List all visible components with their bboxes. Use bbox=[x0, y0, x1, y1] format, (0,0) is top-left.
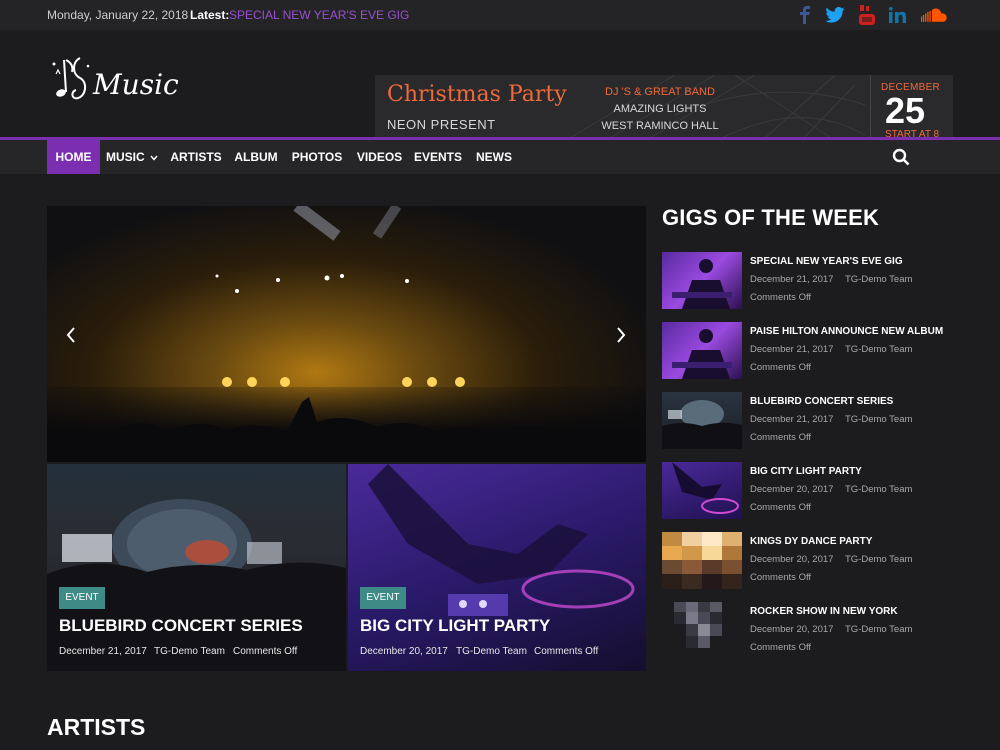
gig-list-item[interactable]: BLUEBIRD CONCERT SERIES December 21, 201… bbox=[662, 392, 962, 452]
gig-author[interactable]: TG-Demo Team bbox=[845, 344, 912, 355]
search-icon[interactable] bbox=[892, 148, 912, 168]
soundcloud-icon[interactable] bbox=[920, 5, 948, 25]
featured-comments: Comments Off bbox=[233, 646, 298, 657]
music-note-logo-icon bbox=[52, 57, 90, 100]
main-navigation: HOME MUSIC ARTISTS ALBUM PHOTOS VIDEOS E… bbox=[0, 137, 1000, 174]
gig-list-item[interactable]: BIG CITY LIGHT PARTY December 20, 2017 T… bbox=[662, 462, 962, 522]
gig-title[interactable]: PAISE HILTON ANNOUNCE NEW ALBUM bbox=[750, 326, 943, 337]
gig-comments: Comments Off bbox=[750, 362, 812, 373]
latest-news-link[interactable]: SPECIAL NEW YEAR'S EVE GIG bbox=[229, 8, 409, 22]
gig-list-item[interactable]: SPECIAL NEW YEAR'S EVE GIG December 21, … bbox=[662, 252, 962, 312]
gig-author[interactable]: TG-Demo Team bbox=[845, 414, 912, 425]
featured-date[interactable]: December 21, 2017 bbox=[59, 646, 147, 657]
top-bar: Monday, January 22, 2018 Latest: SPECIAL… bbox=[0, 0, 1000, 30]
concert-dome-image bbox=[47, 499, 346, 671]
gig-comments: Comments Off bbox=[750, 572, 812, 583]
nav-videos[interactable]: VIDEOS bbox=[352, 140, 407, 174]
gig-title[interactable]: SPECIAL NEW YEAR'S EVE GIG bbox=[750, 256, 903, 267]
gig-date[interactable]: December 21, 2017 bbox=[750, 414, 833, 425]
sidebar-title: GIGS OF THE WEEK bbox=[662, 205, 880, 230]
nav-photos[interactable]: PHOTOS bbox=[288, 140, 346, 174]
gig-list-item[interactable]: ROCKER SHOW IN NEW YORK December 20, 201… bbox=[662, 602, 962, 662]
nav-music[interactable]: MUSIC bbox=[106, 140, 158, 174]
nav-music-label: MUSIC bbox=[106, 150, 145, 164]
banner-day: 25 bbox=[885, 90, 926, 131]
gig-title[interactable]: ROCKER SHOW IN NEW YORK bbox=[750, 606, 898, 617]
gig-comments: Comments Off bbox=[750, 502, 812, 513]
gig-thumbnail[interactable] bbox=[662, 602, 742, 659]
twitter-icon[interactable] bbox=[824, 5, 846, 25]
featured-author[interactable]: TG-Demo Team bbox=[456, 646, 527, 657]
gig-title[interactable]: BIG CITY LIGHT PARTY bbox=[750, 466, 862, 477]
featured-card[interactable]: EVENT BLUEBIRD CONCERT SERIES December 2… bbox=[47, 464, 346, 671]
banner-line-1: DJ 'S & GREAT BAND bbox=[605, 86, 715, 98]
slider-prev-button[interactable] bbox=[61, 324, 81, 346]
featured-card[interactable]: EVENT BIG CITY LIGHT PARTY December 20, … bbox=[348, 464, 646, 671]
gig-comments: Comments Off bbox=[750, 292, 812, 303]
logo-text[interactable]: Music bbox=[93, 68, 179, 101]
gig-thumbnail[interactable] bbox=[662, 252, 742, 309]
gig-date[interactable]: December 21, 2017 bbox=[750, 274, 833, 285]
chevron-down-icon bbox=[150, 155, 158, 161]
featured-title[interactable]: BIG CITY LIGHT PARTY bbox=[360, 616, 550, 636]
banner-line-2: AMAZING LIGHTS bbox=[613, 103, 707, 115]
latest-label: Latest: bbox=[190, 8, 230, 22]
site-header: Music Christmas Party NEON PRESENT DJ 'S… bbox=[0, 30, 1000, 147]
gig-date[interactable]: December 20, 2017 bbox=[750, 624, 833, 635]
gig-title[interactable]: BLUEBIRD CONCERT SERIES bbox=[750, 396, 893, 407]
gig-title[interactable]: KINGS DY DANCE PARTY bbox=[750, 536, 872, 547]
chevron-right-icon bbox=[617, 327, 626, 343]
nav-news[interactable]: NEWS bbox=[472, 140, 516, 174]
nav-artists[interactable]: ARTISTS bbox=[168, 140, 224, 174]
category-badge[interactable]: EVENT bbox=[360, 587, 406, 609]
featured-comments: Comments Off bbox=[534, 646, 599, 657]
gig-list-item[interactable]: KINGS DY DANCE PARTY December 20, 2017 T… bbox=[662, 532, 962, 592]
artists-section-title: ARTISTS bbox=[47, 714, 146, 740]
category-badge[interactable]: EVENT bbox=[59, 587, 105, 609]
gig-date[interactable]: December 20, 2017 bbox=[750, 484, 833, 495]
slider-next-button[interactable] bbox=[611, 324, 631, 346]
dj-hands-image bbox=[368, 464, 635, 616]
featured-author[interactable]: TG-Demo Team bbox=[154, 646, 225, 657]
gig-comments: Comments Off bbox=[750, 642, 812, 653]
gig-author[interactable]: TG-Demo Team bbox=[845, 554, 912, 565]
banner-line-3: WEST RAMINCO HALL bbox=[601, 120, 719, 132]
gig-list-item[interactable]: PAISE HILTON ANNOUNCE NEW ALBUM December… bbox=[662, 322, 962, 382]
crowd-hands bbox=[47, 397, 646, 462]
gig-date[interactable]: December 21, 2017 bbox=[750, 344, 833, 355]
banner-subtitle: NEON PRESENT bbox=[387, 117, 496, 132]
chevron-left-icon bbox=[66, 327, 75, 343]
linkedin-icon[interactable] bbox=[887, 5, 909, 25]
gig-thumbnail[interactable] bbox=[662, 322, 742, 379]
nav-home[interactable]: HOME bbox=[47, 140, 100, 174]
gig-thumbnail[interactable] bbox=[662, 462, 742, 519]
gig-date[interactable]: December 20, 2017 bbox=[750, 554, 833, 565]
youtube-icon[interactable] bbox=[857, 5, 877, 25]
gig-author[interactable]: TG-Demo Team bbox=[845, 624, 912, 635]
current-date: Monday, January 22, 2018 bbox=[47, 8, 189, 22]
facebook-icon[interactable] bbox=[796, 5, 814, 25]
gig-thumbnail[interactable] bbox=[662, 392, 742, 449]
nav-events[interactable]: EVENTS bbox=[412, 140, 464, 174]
gig-thumbnail[interactable] bbox=[662, 532, 742, 589]
featured-date[interactable]: December 20, 2017 bbox=[360, 646, 448, 657]
gig-author[interactable]: TG-Demo Team bbox=[845, 484, 912, 495]
banner-title: Christmas Party bbox=[387, 82, 567, 107]
hero-slider[interactable] bbox=[47, 206, 646, 462]
featured-title[interactable]: BLUEBIRD CONCERT SERIES bbox=[59, 616, 303, 636]
nav-album[interactable]: ALBUM bbox=[230, 140, 282, 174]
gig-comments: Comments Off bbox=[750, 432, 812, 443]
gig-author[interactable]: TG-Demo Team bbox=[845, 274, 912, 285]
